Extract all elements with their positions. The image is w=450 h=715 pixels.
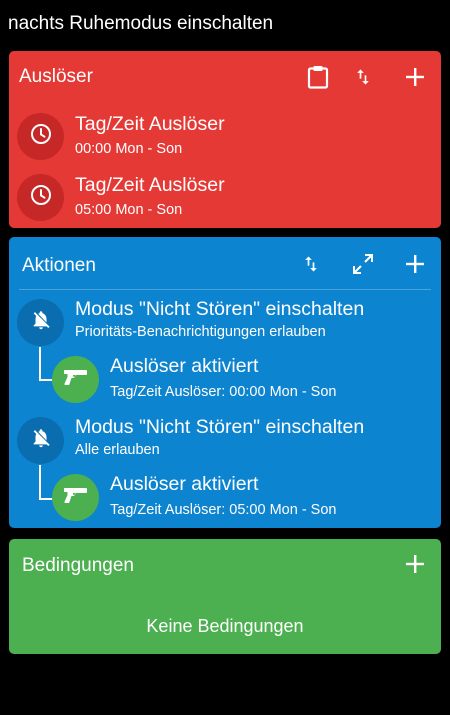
constraints-title: Bedingungen bbox=[22, 555, 134, 576]
triggers-title: Auslöser bbox=[19, 66, 93, 87]
sub-icon-circle bbox=[52, 356, 99, 403]
sort-icon[interactable] bbox=[350, 64, 376, 90]
action-title: Modus "Nicht Stören" einschalten bbox=[75, 416, 365, 438]
trigger-subtitle: 05:00 Mon - Son bbox=[75, 202, 183, 218]
sub-subtitle: Tag/Zeit Auslöser: 00:00 Mon - Son bbox=[110, 384, 337, 400]
trigger-title: Tag/Zeit Auslöser bbox=[75, 174, 225, 196]
trigger-item[interactable]: Tag/Zeit Auslöser 05:00 Mon - Son bbox=[9, 172, 441, 228]
trigger-title: Tag/Zeit Auslöser bbox=[75, 113, 225, 135]
gun-icon bbox=[63, 367, 89, 392]
expand-icon[interactable] bbox=[350, 251, 376, 277]
trigger-subtitle: 00:00 Mon - Son bbox=[75, 141, 183, 157]
sub-title: Auslöser aktiviert bbox=[110, 473, 259, 495]
bell-off-icon bbox=[30, 427, 52, 454]
action-subitem[interactable]: Auslöser aktiviert Tag/Zeit Auslöser: 00… bbox=[9, 355, 441, 413]
trigger-icon-circle bbox=[17, 174, 64, 221]
action-item[interactable]: Modus "Nicht Stören" einschalten Priorit… bbox=[9, 297, 441, 355]
action-icon-circle bbox=[17, 299, 64, 346]
add-icon[interactable] bbox=[402, 551, 428, 577]
triggers-header: Auslöser bbox=[9, 51, 441, 103]
action-subtitle: Alle erlauben bbox=[75, 442, 160, 458]
action-subitem[interactable]: Auslöser aktiviert Tag/Zeit Auslöser: 05… bbox=[9, 473, 441, 528]
app-title: nachts Ruhemodus einschalten bbox=[8, 13, 274, 34]
constraints-card: Bedingungen Keine Bedingungen bbox=[9, 539, 441, 654]
action-subtitle: Prioritäts-Benachrichtigungen erlauben bbox=[75, 324, 326, 340]
clipboard-icon[interactable] bbox=[305, 64, 331, 90]
sub-icon-circle bbox=[52, 474, 99, 521]
triggers-card: Auslöser Tag/Zeit Auslöser 00:00 Mon - S… bbox=[9, 51, 441, 228]
clock-icon bbox=[29, 183, 53, 212]
actions-card: Aktionen Modus "Nicht Stören" einschalte… bbox=[9, 237, 441, 528]
add-icon[interactable] bbox=[402, 64, 428, 90]
gun-icon bbox=[63, 485, 89, 510]
bell-off-icon bbox=[30, 309, 52, 336]
sub-subtitle: Tag/Zeit Auslöser: 05:00 Mon - Son bbox=[110, 502, 337, 518]
actions-title: Aktionen bbox=[22, 255, 96, 276]
actions-divider bbox=[19, 289, 431, 290]
constraints-empty-text: Keine Bedingungen bbox=[146, 616, 304, 636]
action-icon-circle bbox=[17, 417, 64, 464]
trigger-item[interactable]: Tag/Zeit Auslöser 00:00 Mon - Son bbox=[9, 111, 441, 169]
add-icon[interactable] bbox=[402, 251, 428, 277]
trigger-icon-circle bbox=[17, 113, 64, 160]
action-title: Modus "Nicht Stören" einschalten bbox=[75, 298, 365, 320]
action-item[interactable]: Modus "Nicht Stören" einschalten Alle er… bbox=[9, 415, 441, 473]
clock-icon bbox=[29, 122, 53, 151]
actions-header: Aktionen bbox=[9, 237, 441, 289]
sort-icon[interactable] bbox=[298, 251, 324, 277]
sub-title: Auslöser aktiviert bbox=[110, 355, 259, 377]
constraints-header: Bedingungen bbox=[9, 539, 441, 591]
